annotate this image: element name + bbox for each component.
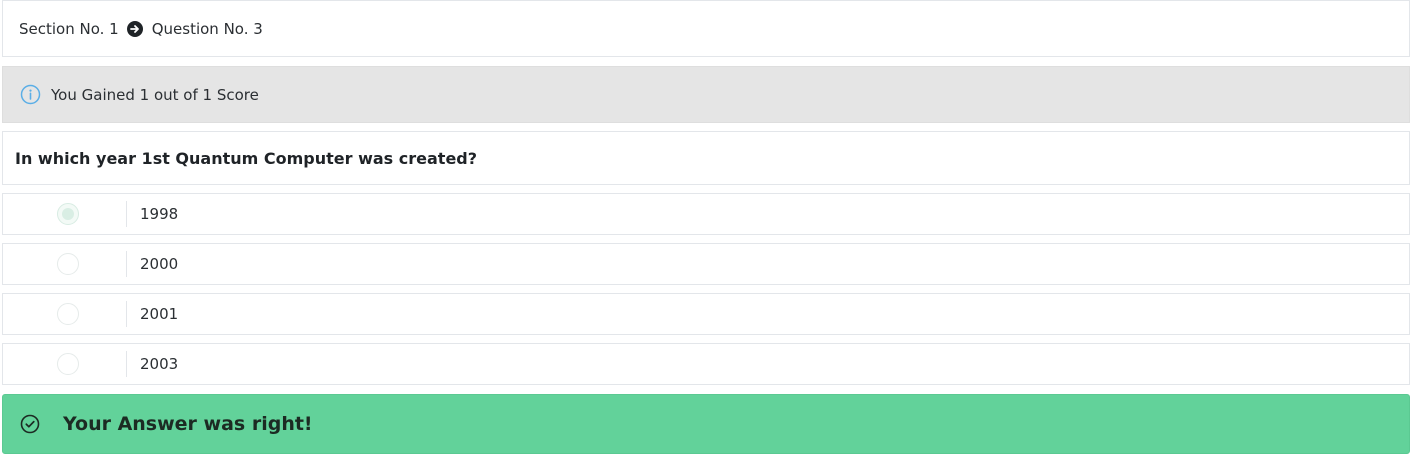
quiz-result-page: Section No. 1 Question No. 3 You Gained … <box>0 0 1412 459</box>
option-radio[interactable] <box>57 253 79 275</box>
option-radio[interactable] <box>57 303 79 325</box>
arrow-circle-right-icon <box>126 20 143 37</box>
score-alert: You Gained 1 out of 1 Score <box>2 66 1410 123</box>
option-1998[interactable]: 1998 <box>2 193 1410 235</box>
option-label: 1998 <box>140 205 179 223</box>
check-circle-icon <box>20 414 40 434</box>
option-label: 2003 <box>140 355 179 373</box>
result-alert: Your Answer was right! <box>2 394 1410 454</box>
option-2000[interactable]: 2000 <box>2 243 1410 285</box>
option-radio-cell <box>3 351 127 377</box>
option-radio-cell <box>3 251 127 277</box>
option-radio-cell <box>3 301 127 327</box>
info-circle-icon <box>20 84 41 105</box>
score-alert-text: You Gained 1 out of 1 Score <box>51 85 259 104</box>
question-text: In which year 1st Quantum Computer was c… <box>15 148 478 168</box>
option-2001[interactable]: 2001 <box>2 293 1410 335</box>
option-label: 2001 <box>140 305 179 323</box>
question-card: In which year 1st Quantum Computer was c… <box>2 131 1410 185</box>
breadcrumb: Section No. 1 Question No. 3 <box>2 0 1410 57</box>
option-2003[interactable]: 2003 <box>2 343 1410 385</box>
breadcrumb-section: Section No. 1 <box>19 19 119 38</box>
option-label: 2000 <box>140 255 179 273</box>
option-radio[interactable] <box>57 353 79 375</box>
option-radio-cell <box>3 201 127 227</box>
breadcrumb-question: Question No. 3 <box>151 19 263 38</box>
result-alert-text: Your Answer was right! <box>63 413 313 435</box>
option-radio[interactable] <box>57 203 79 225</box>
